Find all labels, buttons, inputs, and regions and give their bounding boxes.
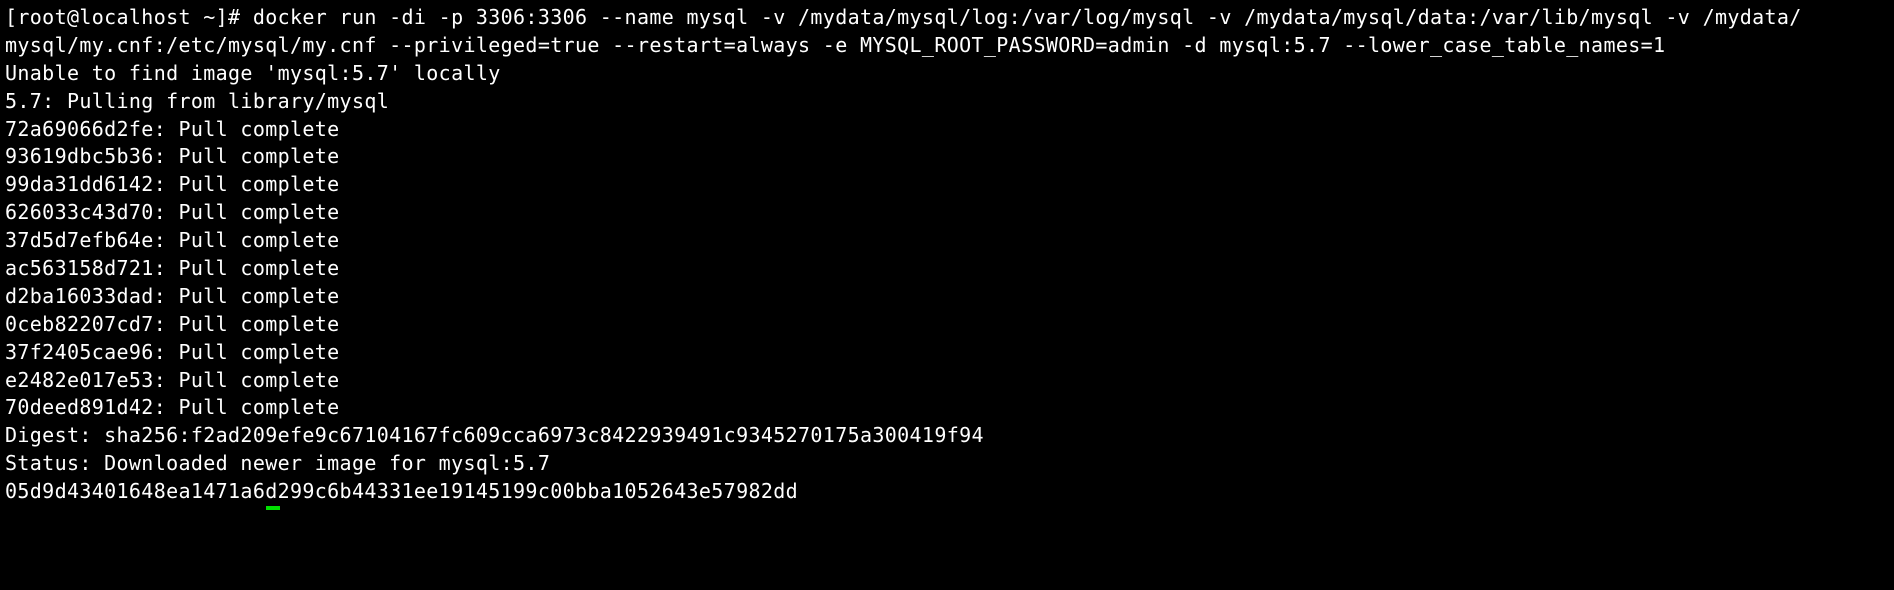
text-cursor — [266, 506, 280, 511]
layer-line: 72a69066d2fe: Pull complete — [5, 116, 340, 141]
layer-line: 70deed891d42: Pull complete — [5, 395, 340, 420]
digest-line: Digest: sha256:f2ad209efe9c67104167fc609… — [5, 423, 984, 448]
layer-line: 0ceb82207cd7: Pull complete — [5, 311, 340, 336]
status-line: Status: Downloaded newer image for mysql… — [5, 451, 551, 476]
layer-line: ac563158d721: Pull complete — [5, 256, 340, 281]
layer-line: 37d5d7efb64e: Pull complete — [5, 228, 340, 253]
layer-line: d2ba16033dad: Pull complete — [5, 283, 340, 308]
command-line-2: mysql/my.cnf:/etc/mysql/my.cnf --privile… — [5, 32, 1666, 57]
layer-line: 37f2405cae96: Pull complete — [5, 339, 340, 364]
output-line-pulling: 5.7: Pulling from library/mysql — [5, 88, 390, 113]
terminal-window[interactable]: [root@localhost ~]# docker run -di -p 33… — [0, 0, 1894, 511]
layer-line: 99da31dd6142: Pull complete — [5, 172, 340, 197]
prompt-input-line[interactable] — [5, 506, 1894, 534]
output-line-unable-to-find: Unable to find image 'mysql:5.7' locally — [5, 60, 501, 85]
container-id-line: 05d9d43401648ea1471a6d299c6b44331ee19145… — [5, 479, 799, 504]
command-line-1: [root@localhost ~]# docker run -di -p 33… — [5, 5, 1802, 29]
layer-line: e2482e017e53: Pull complete — [5, 367, 340, 392]
layer-line: 93619dbc5b36: Pull complete — [5, 144, 340, 169]
layer-line: 626033c43d70: Pull complete — [5, 200, 340, 225]
